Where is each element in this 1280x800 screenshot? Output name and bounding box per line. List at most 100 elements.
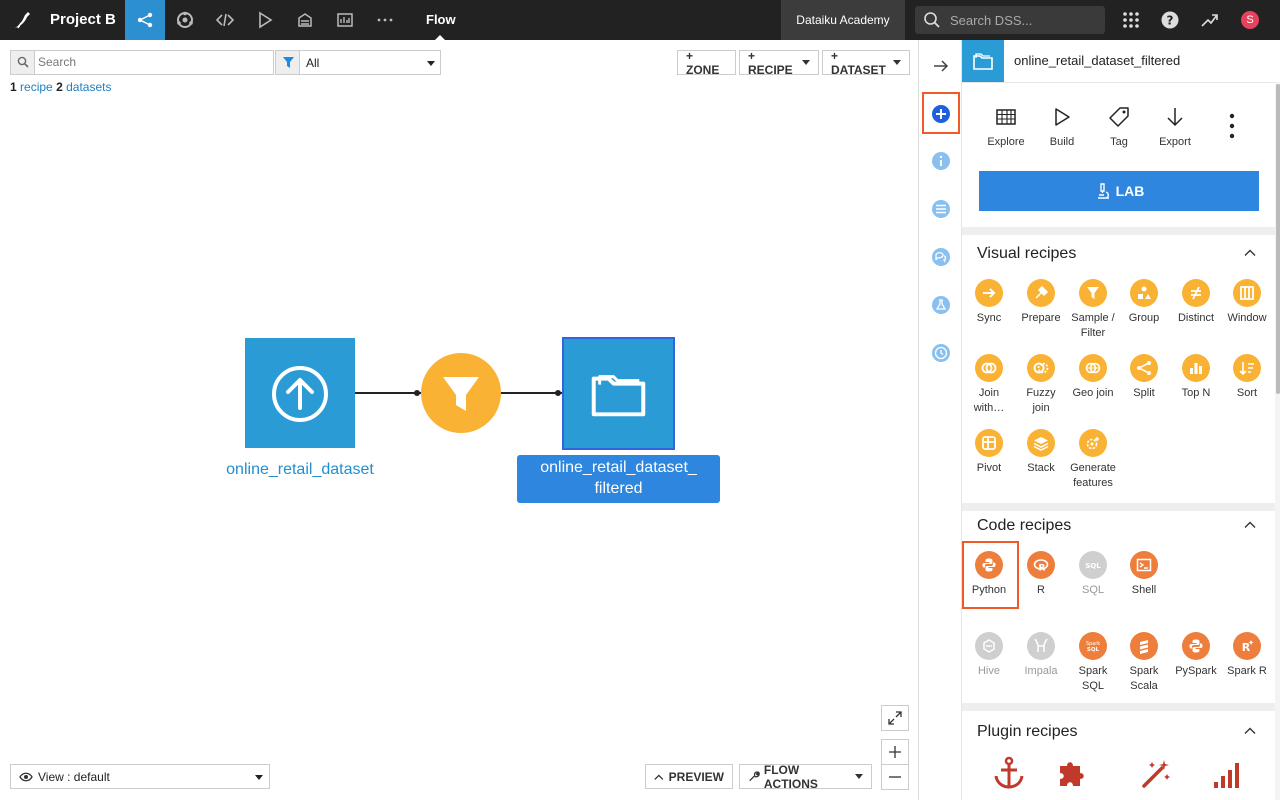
recipe-split[interactable]: Split — [1118, 354, 1170, 401]
dashboard-nav-icon[interactable] — [325, 0, 365, 40]
recipe-sort[interactable]: Sort — [1221, 354, 1273, 401]
right-rail — [918, 40, 961, 800]
zoom-out-button[interactable] — [881, 764, 909, 790]
add-zone-button[interactable]: + ZONE — [677, 49, 736, 77]
tag-action[interactable]: Tag — [1091, 106, 1147, 148]
flow-search-input[interactable] — [38, 54, 268, 70]
more-vertical-icon[interactable] — [1224, 112, 1240, 140]
global-search-placeholder: Search DSS... — [950, 13, 1033, 28]
recipe-spark-sql[interactable]: Spark SQL Spark SQL — [1067, 632, 1119, 694]
preview-button[interactable]: PREVIEW — [645, 764, 733, 789]
recipe-distinct[interactable]: Distinct — [1170, 279, 1222, 326]
recipe-spark-r[interactable]: R Spark R — [1221, 632, 1273, 679]
recipes-link[interactable]: recipe — [20, 80, 53, 94]
panel-scrollbar[interactable] — [1275, 82, 1280, 800]
recipe-shell[interactable]: Shell — [1118, 551, 1170, 598]
pivot-icon — [975, 429, 1003, 457]
apps-grid-icon[interactable] — [1121, 10, 1141, 30]
code-nav-icon[interactable] — [205, 0, 245, 40]
explore-action[interactable]: Explore — [978, 106, 1034, 148]
source-dataset-node[interactable] — [245, 338, 355, 448]
recipe-label-line2: SQL — [1081, 680, 1104, 692]
build-action[interactable]: Build — [1034, 106, 1090, 148]
run-nav-icon[interactable] — [245, 0, 285, 40]
recipe-label: Pivot — [976, 462, 1002, 474]
chevron-up-icon[interactable] — [1244, 247, 1256, 259]
recipe-hive[interactable]: Hive — [963, 632, 1015, 679]
recipe-sql[interactable]: SQL SQL — [1067, 551, 1119, 598]
info-icon[interactable] — [931, 151, 951, 171]
zoom-in-button[interactable] — [881, 739, 909, 765]
recipe-label: Distinct — [1177, 312, 1215, 324]
collapse-panel-arrow-icon[interactable] — [931, 56, 951, 76]
discussions-icon[interactable] — [931, 247, 951, 267]
fullscreen-button[interactable] — [881, 705, 909, 731]
deploy-nav-icon[interactable] — [285, 0, 325, 40]
anchor-icon[interactable] — [992, 756, 1026, 790]
lab-nav-icon[interactable] — [165, 0, 205, 40]
recipe-label-line2: join — [1032, 402, 1050, 414]
global-search-input[interactable]: Search DSS... — [915, 6, 1105, 34]
recipe-join-with[interactable]: Join with… — [963, 354, 1015, 416]
flow-filter-select[interactable]: All — [275, 50, 441, 75]
datasets-link[interactable]: datasets — [66, 80, 111, 94]
output-label-line2: filtered — [594, 480, 643, 497]
filter-recipe-node[interactable] — [421, 353, 501, 433]
help-icon[interactable]: ? — [1160, 10, 1180, 30]
flow-actions-button[interactable]: FLOW ACTIONS — [739, 763, 872, 791]
recipe-window[interactable]: Window — [1221, 279, 1273, 326]
impala-icon — [1027, 632, 1055, 660]
user-avatar[interactable]: S — [1241, 11, 1259, 29]
timeline-clock-icon[interactable] — [931, 343, 951, 363]
view-select[interactable]: View : default — [10, 764, 270, 789]
recipe-sync[interactable]: Sync — [963, 279, 1015, 326]
recipe-spark-scala[interactable]: Spark Scala — [1118, 632, 1170, 694]
download-arrow-icon — [1167, 108, 1183, 127]
puzzle-piece-icon[interactable] — [1056, 758, 1088, 790]
split-icon — [1130, 354, 1158, 382]
scrollbar-thumb[interactable] — [1276, 84, 1280, 394]
recipe-group[interactable]: Group — [1118, 279, 1170, 326]
recipe-pyspark[interactable]: PySpark — [1170, 632, 1222, 679]
recipe-geo-join[interactable]: Geo join — [1067, 354, 1119, 401]
output-dataset-node[interactable] — [562, 337, 675, 450]
recipe-stack[interactable]: Stack — [1015, 429, 1067, 476]
add-actions-plus-icon[interactable] — [931, 104, 951, 124]
add-dataset-button[interactable]: + DATASET — [822, 49, 910, 77]
project-name[interactable]: Project B — [50, 11, 116, 28]
chevron-down-icon — [255, 775, 263, 780]
recipe-top-n[interactable]: Top N — [1170, 354, 1222, 401]
recipe-fuzzy-join[interactable]: Fuzzy join — [1015, 354, 1067, 416]
highlight-box — [962, 541, 1019, 609]
chevron-up-icon[interactable] — [1244, 519, 1256, 531]
flow-nav-icon[interactable] — [125, 0, 165, 40]
stack-icon — [1027, 429, 1055, 457]
bar-chart-icon[interactable] — [1212, 758, 1244, 790]
chevron-up-icon[interactable] — [1244, 725, 1256, 737]
lab-button[interactable]: LAB — [979, 171, 1259, 211]
view-select-value: View : default — [38, 770, 110, 784]
recipe-generate-features[interactable]: Generate features — [1067, 429, 1119, 491]
recipe-r[interactable]: RR — [1015, 551, 1067, 598]
activity-trend-icon[interactable] — [1200, 10, 1220, 30]
table-grid-icon — [996, 109, 1016, 125]
plus-icon — [889, 746, 901, 758]
schema-list-icon[interactable] — [931, 199, 951, 219]
recipe-impala[interactable]: Impala — [1015, 632, 1067, 679]
magic-wand-icon[interactable] — [1140, 758, 1172, 790]
prepare-icon — [1027, 279, 1055, 307]
more-nav-icon[interactable] — [365, 0, 405, 40]
recipe-pivot[interactable]: Pivot — [963, 429, 1015, 476]
page-title: Flow — [426, 12, 456, 27]
academy-link[interactable]: Dataiku Academy — [781, 0, 905, 40]
recipe-prepare[interactable]: Prepare — [1015, 279, 1067, 326]
lab-flask-icon[interactable] — [931, 295, 951, 315]
visual-recipes-title: Visual recipes — [977, 245, 1077, 262]
output-dataset-label[interactable]: online_retail_dataset_ filtered — [517, 455, 720, 503]
recipe-sample-filter[interactable]: Sample / Filter — [1067, 279, 1119, 341]
export-action[interactable]: Export — [1147, 106, 1203, 148]
source-dataset-label[interactable]: online_retail_dataset — [200, 461, 400, 479]
folder-icon — [591, 375, 646, 417]
add-recipe-button[interactable]: + RECIPE — [739, 49, 819, 77]
dataiku-bird-logo-icon[interactable] — [12, 9, 34, 31]
